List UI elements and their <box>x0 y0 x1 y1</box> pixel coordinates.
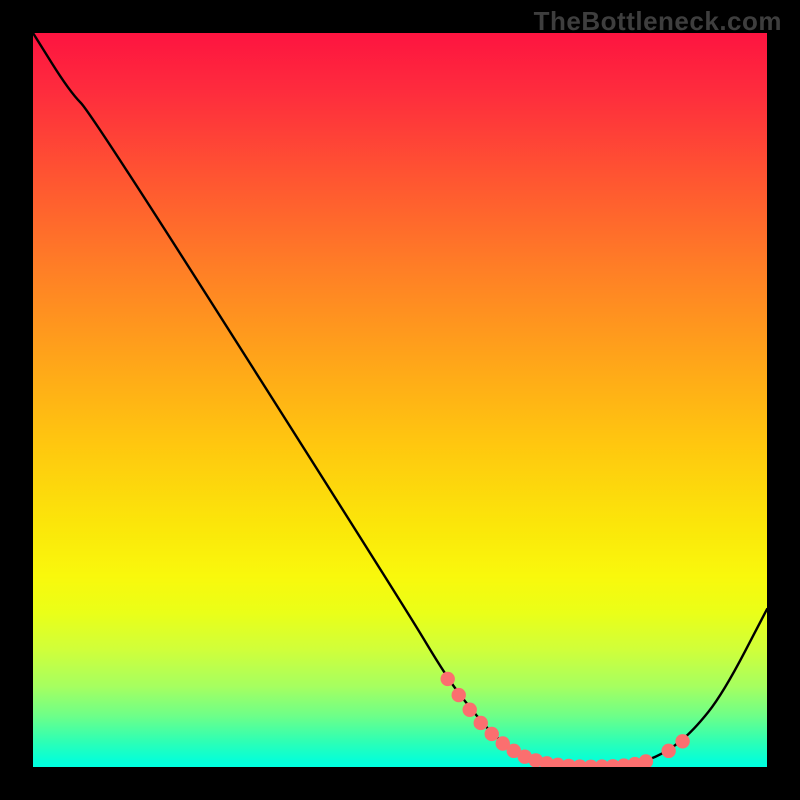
chart-svg <box>33 33 767 767</box>
marker-dot <box>639 754 653 767</box>
marker-dot <box>675 734 689 748</box>
watermark-text: TheBottleneck.com <box>534 6 782 37</box>
chart-frame: TheBottleneck.com <box>0 0 800 800</box>
marker-dot <box>463 703 477 717</box>
marker-dot <box>661 744 675 758</box>
marker-group <box>441 672 690 767</box>
plot-area <box>33 33 767 767</box>
marker-dot <box>474 716 488 730</box>
marker-dot <box>452 688 466 702</box>
curve-line <box>33 33 767 767</box>
marker-dot <box>441 672 455 686</box>
marker-dot <box>485 727 499 741</box>
